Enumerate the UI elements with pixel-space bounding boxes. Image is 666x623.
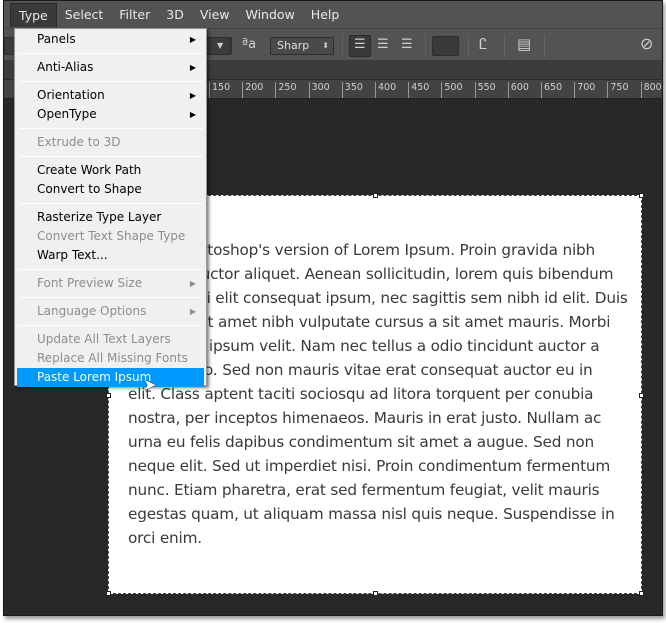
font-size-dropdown[interactable]: ▼: [210, 37, 230, 55]
menu-item-label: Update All Text Layers: [37, 332, 171, 346]
menu-separator: [19, 325, 203, 326]
submenu-arrow-icon: ▶: [189, 91, 196, 100]
submenu-arrow-icon: ▶: [189, 279, 196, 288]
menu-separator: [19, 269, 203, 270]
menu-item-label: OpenType: [37, 107, 97, 121]
menu-item-label: Convert to Shape: [37, 182, 142, 196]
mouse-cursor-icon: ➤: [143, 375, 157, 394]
text-line: nunc. Etiam pharetra, erat sed fermentum…: [128, 481, 600, 499]
menu-item-label: Language Options: [37, 304, 147, 318]
ruler-tick: 700: [574, 82, 595, 98]
menu-separator: [19, 81, 203, 82]
type-menu: Panels ▶ Anti-Alias ▶ Orientation ▶ OpenType ▶ E…: [14, 28, 207, 387]
text-line: neque elit. Sed ut imperdiet nisi. Proin…: [128, 457, 611, 475]
menu-select[interactable]: Select: [57, 3, 112, 27]
menu-item-label: Anti-Alias: [37, 60, 94, 74]
cancel-icon[interactable]: ⊘: [640, 34, 653, 53]
menu-item-orientation[interactable]: Orientation ▶: [17, 86, 204, 105]
text-line: nostra, per inceptos himenaeos. Mauris i…: [128, 409, 602, 427]
ruler-tick: 500: [441, 82, 463, 98]
ruler-tick: 250: [275, 82, 297, 98]
menu-item-extrude-to-3d: Extrude to 3D: [17, 133, 204, 152]
menu-item-label: Create Work Path: [37, 163, 142, 177]
menu-item-label: Rasterize Type Layer: [37, 210, 162, 224]
ruler-tick: 350: [341, 82, 363, 98]
menu-separator: [19, 128, 203, 129]
ruler-tick: 300: [308, 82, 330, 98]
ruler-tick: 550: [474, 82, 496, 98]
menu-item-opentype[interactable]: OpenType ▶: [17, 105, 204, 124]
menu-separator: [19, 203, 203, 204]
ruler-tick: 200: [242, 82, 263, 98]
menu-item-replace-all-missing-fonts: Replace All Missing Fonts: [17, 349, 204, 368]
text-line: urna eu felis dapibus condimentum sit am…: [128, 433, 595, 451]
ruler-tick: 150: [209, 82, 230, 98]
menu-item-label: Convert Text Shape Type: [37, 229, 186, 243]
text-line: orci enim.: [128, 529, 202, 547]
ruler-tick: 400: [375, 82, 396, 98]
submenu-arrow-icon: ▶: [189, 35, 196, 44]
menu-separator: [19, 53, 203, 54]
submenu-arrow-icon: ▶: [189, 63, 196, 72]
align-right-button[interactable]: ☰: [401, 37, 413, 52]
menu-window[interactable]: Window: [238, 3, 303, 27]
menu-bar: Type Select Filter 3D View Window Help: [4, 1, 662, 28]
menu-item-convert-to-shape[interactable]: Convert to Shape: [17, 180, 204, 199]
menu-item-label: Paste Lorem Ipsum: [37, 370, 152, 384]
photoshop-window: Type Select Filter 3D View Window Help ▼ ªa Sh…: [3, 0, 663, 616]
menu-item-paste-lorem-ipsum[interactable]: Paste Lorem Ipsum: [17, 368, 204, 387]
menu-type[interactable]: Type: [10, 2, 57, 27]
menu-item-convert-text-shape-type: Convert Text Shape Type: [17, 227, 204, 246]
menu-separator: [19, 297, 203, 298]
menu-item-panels[interactable]: Panels ▶: [17, 30, 204, 49]
menu-item-label: Replace All Missing Fonts: [37, 351, 188, 365]
antialias-select[interactable]: Sharp ⬍: [270, 37, 334, 55]
menu-item-language-options: Language Options ▶: [17, 302, 204, 321]
antialias-value: Sharp: [277, 39, 310, 52]
ruler-tick: 450: [408, 82, 429, 98]
menu-item-label: Panels: [37, 32, 76, 46]
menu-3d[interactable]: 3D: [158, 3, 192, 27]
text-color-swatch[interactable]: [432, 36, 459, 56]
menu-item-label: Extrude to 3D: [37, 135, 121, 149]
menu-item-anti-alias[interactable]: Anti-Alias ▶: [17, 58, 204, 77]
align-left-button[interactable]: ☰: [349, 35, 371, 57]
menu-item-label: Orientation: [37, 88, 105, 102]
ruler-tick: 600: [507, 82, 529, 98]
aa-icon: ªa: [242, 37, 257, 52]
menu-item-update-all-text-layers: Update All Text Layers: [17, 330, 204, 349]
ruler-tick: 800: [640, 82, 662, 98]
menu-view[interactable]: View: [192, 3, 238, 27]
ruler-tick: 650: [541, 82, 562, 98]
character-panel-icon[interactable]: ▤: [517, 35, 531, 53]
menu-item-font-preview-size: Font Preview Size ▶: [17, 274, 204, 293]
menu-item-label: Font Preview Size: [37, 276, 143, 290]
ruler-tick: 750: [607, 82, 629, 98]
menu-item-warp-text[interactable]: Warp Text...: [17, 246, 204, 265]
menu-filter[interactable]: Filter: [111, 3, 158, 27]
menu-item-create-work-path[interactable]: Create Work Path: [17, 161, 204, 180]
menu-item-rasterize-type-layer[interactable]: Rasterize Type Layer: [17, 208, 204, 227]
menu-separator: [19, 156, 203, 157]
submenu-arrow-icon: ▶: [189, 307, 196, 316]
menu-item-label: Warp Text...: [37, 248, 108, 262]
warp-text-icon[interactable]: Ꮭ: [479, 35, 487, 53]
text-line: egestas quam, ut aliquam massa nisl quis…: [128, 505, 615, 523]
submenu-arrow-icon: ▶: [189, 110, 196, 119]
menu-help[interactable]: Help: [303, 3, 348, 27]
align-center-button[interactable]: ☰: [377, 37, 389, 52]
